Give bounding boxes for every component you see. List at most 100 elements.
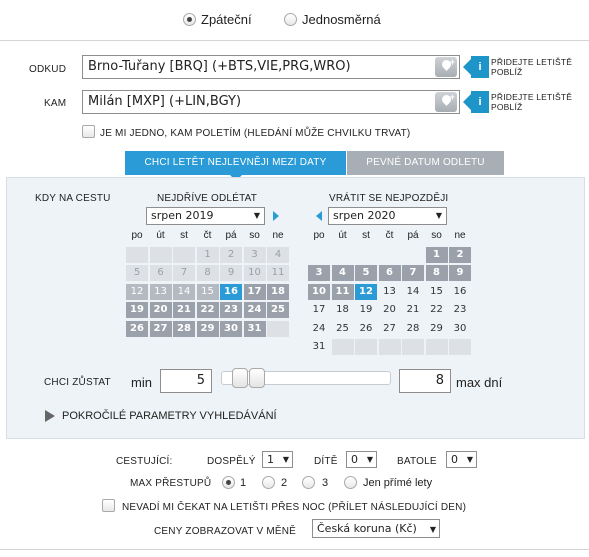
to-input[interactable]: Milán [MXP] (+LIN,BGY) [82,90,460,114]
calendar-day[interactable]: 3 [308,265,330,281]
overnight-checkbox[interactable] [102,499,115,512]
stops-option-3[interactable]: 3 [322,477,328,489]
calendar-day[interactable]: 17 [308,302,330,318]
child-select[interactable]: 0 ▼ [346,451,377,468]
map-pin-add-icon[interactable]: + [435,57,457,77]
stay-min-input[interactable]: 5 [160,369,212,393]
return-month-select[interactable]: srpen 2020 ▼ [328,207,447,225]
calendar-day[interactable]: 4 [331,265,354,281]
calendar-day[interactable]: 1 [196,246,219,263]
calendar-day[interactable]: 1 [425,246,448,263]
calendar-day[interactable]: 30 [220,320,242,337]
from-add-nearby[interactable]: PŘIDEJTE LETIŠTĚ POBLÍŽ [491,57,572,77]
calendar-day[interactable]: 7 [402,265,424,281]
return-label[interactable]: Zpáteční [201,12,252,27]
calendar-day[interactable]: 14 [402,284,424,300]
calendar-day[interactable]: 20 [149,302,172,318]
calendar-day[interactable]: 19 [126,302,148,318]
calendar-day[interactable]: 9 [220,265,242,281]
calendar-day[interactable]: 28 [402,321,424,337]
stops-radio-3[interactable] [302,476,315,489]
calendar-day[interactable]: 11 [267,265,289,281]
next-month-arrow-icon[interactable] [273,211,279,221]
calendar-day[interactable]: 2 [220,246,242,263]
calendar-day[interactable]: 24 [308,321,330,337]
map-pin-add-icon[interactable]: + [435,92,457,112]
prev-month-arrow-icon[interactable] [316,211,322,221]
calendar-day[interactable]: 15 [196,283,219,300]
oneway-radio[interactable] [284,13,297,26]
expand-triangle-icon[interactable] [45,410,55,422]
calendar-day[interactable]: 8 [196,265,219,281]
calendar-day[interactable]: 13 [149,283,172,300]
calendar-day[interactable]: 9 [449,265,471,281]
calendar-day[interactable]: 10 [243,265,266,281]
calendar-day[interactable]: 10 [308,283,330,300]
stay-max-input[interactable]: 8 [399,369,451,393]
calendar-day[interactable]: 23 [449,302,471,318]
currency-select[interactable]: Česká koruna (Kč) ▼ [312,519,440,538]
depart-month-select[interactable]: srpen 2019 ▼ [146,207,265,225]
stops-radio-1[interactable] [222,476,235,489]
stops-radio-direct[interactable] [344,476,357,489]
calendar-day[interactable]: 2 [449,246,471,263]
calendar-day[interactable]: 20 [379,302,401,318]
calendar-day[interactable]: 16 [449,284,471,300]
calendar-day[interactable]: 7 [173,265,195,281]
calendar-day[interactable]: 29 [196,320,219,337]
oneway-label[interactable]: Jednosměrná [302,12,381,27]
calendar-day[interactable]: 18 [332,302,354,318]
stay-slider-min-handle[interactable] [232,368,248,388]
calendar-day[interactable]: 12 [126,283,148,300]
calendar-day[interactable]: 18 [267,283,289,300]
anywhere-label[interactable]: JE MI JEDNO, KAM POLETÍM (HLEDÁNÍ MŮŽE C… [100,128,410,139]
infant-select[interactable]: 0 ▼ [446,451,477,468]
overnight-label[interactable]: NEVADÍ MI ČEKAT NA LETIŠTI PŘES NOC (PŘÍ… [122,502,466,513]
anywhere-checkbox[interactable] [82,125,95,138]
calendar-day[interactable]: 12 [355,283,377,300]
calendar-day[interactable]: 13 [379,284,401,300]
calendar-day[interactable]: 17 [243,283,266,300]
from-input[interactable]: Brno-Tuřany [BRQ] (+BTS,VIE,PRG,WRO) [82,55,460,79]
calendar-day[interactable]: 21 [402,302,424,318]
calendar-day[interactable]: 31 [243,320,266,337]
calendar-day[interactable]: 5 [355,265,377,281]
calendar-day[interactable]: 14 [173,283,195,300]
info-icon[interactable]: i [463,56,489,78]
tab-fixed-date[interactable]: PEVNÉ DATUM ODLETU [347,151,504,175]
calendar-day[interactable]: 16 [220,283,242,300]
stops-option-2[interactable]: 2 [281,477,287,489]
calendar-day[interactable]: 30 [449,321,471,337]
return-radio[interactable] [183,13,196,26]
calendar-day[interactable]: 22 [196,302,219,318]
calendar-day[interactable]: 6 [378,265,401,281]
calendar-day[interactable]: 31 [308,339,330,355]
calendar-day[interactable]: 27 [149,320,172,337]
calendar-day[interactable]: 4 [267,246,289,263]
calendar-day[interactable]: 26 [355,321,377,337]
calendar-day[interactable]: 5 [126,265,148,281]
calendar-day[interactable]: 15 [426,284,448,300]
calendar-day[interactable]: 25 [267,302,289,318]
advanced-params-link[interactable]: POKROČILÉ PARAMETRY VYHLEDÁVÁNÍ [62,410,277,422]
calendar-day[interactable]: 26 [126,320,148,337]
stops-radio-2[interactable] [262,476,275,489]
tab-cheapest-between-dates[interactable]: CHCI LETĚT NEJLEVNĚJI MEZI DATY [125,151,346,181]
calendar-day[interactable]: 23 [220,302,242,318]
calendar-day[interactable]: 11 [331,283,354,300]
calendar-day[interactable]: 25 [332,321,354,337]
calendar-day[interactable]: 29 [426,321,448,337]
calendar-day[interactable]: 28 [173,320,195,337]
stay-slider-max-handle[interactable] [249,368,265,388]
calendar-day[interactable]: 21 [173,302,195,318]
to-add-nearby[interactable]: PŘIDEJTE LETIŠTĚ POBLÍŽ [491,92,572,112]
stops-option-direct[interactable]: Jen přímé lety [363,477,432,489]
calendar-day[interactable]: 3 [243,246,266,263]
calendar-day[interactable]: 6 [149,265,172,281]
calendar-day[interactable]: 8 [425,265,448,281]
stops-option-1[interactable]: 1 [240,477,246,489]
info-icon[interactable]: i [463,91,489,113]
calendar-day[interactable]: 22 [426,302,448,318]
adult-select[interactable]: 1 ▼ [262,451,293,468]
calendar-day[interactable]: 19 [355,302,377,318]
